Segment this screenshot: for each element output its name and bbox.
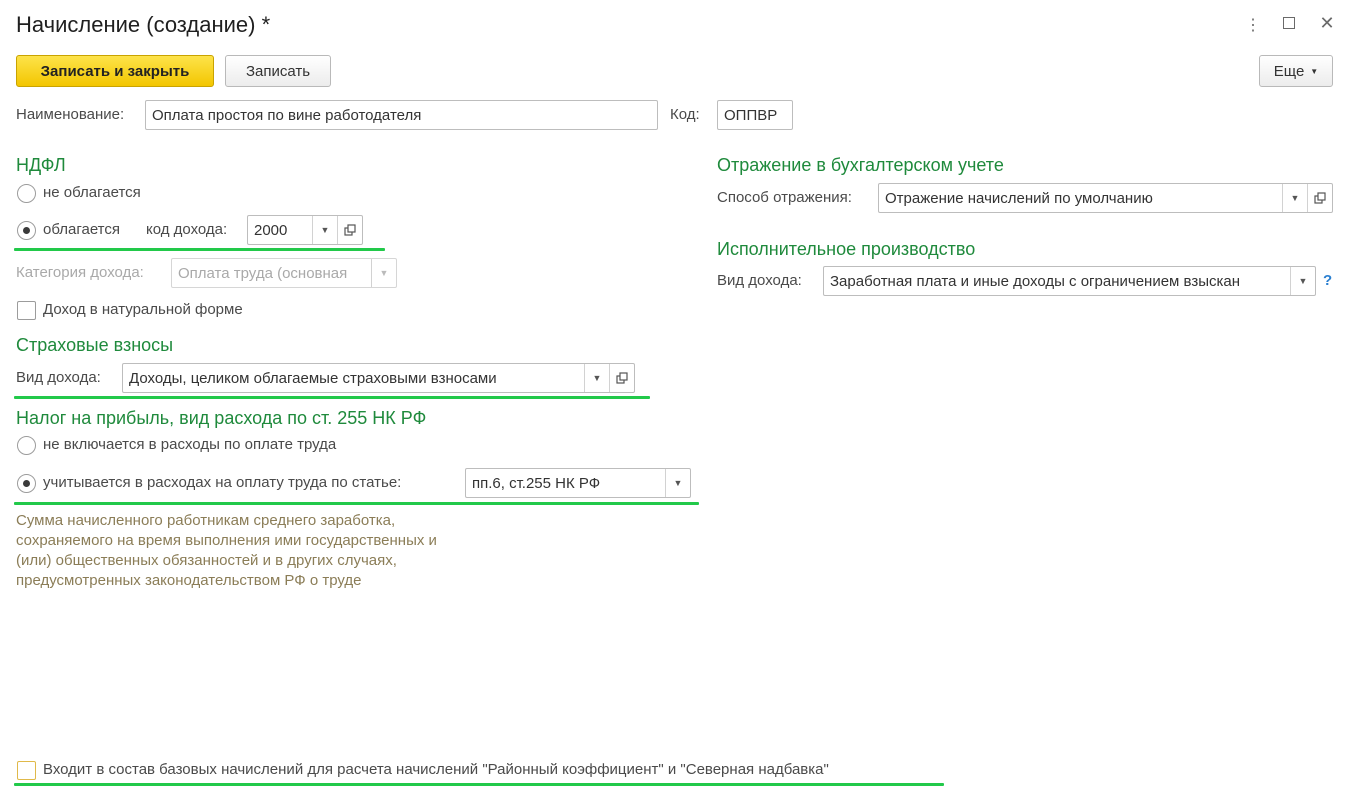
profit-excluded-label[interactable]: не включается в расходы по оплате труда bbox=[43, 436, 336, 453]
dropdown-arrow-icon: ▼ bbox=[371, 259, 396, 287]
save-and-close-label: Записать и закрыть bbox=[40, 62, 190, 80]
help-icon[interactable]: ? bbox=[1323, 272, 1332, 289]
article-note: Сумма начисленного работникам среднего з… bbox=[16, 512, 437, 589]
enforcement-section-title: Исполнительное производство bbox=[717, 239, 976, 259]
insurance-income-type-label: Вид дохода: bbox=[16, 369, 101, 386]
income-category-label: Категория дохода: bbox=[16, 264, 144, 281]
ndfl-taxed-label[interactable]: облагается bbox=[43, 221, 120, 238]
profit-tax-section-title: Налог на прибыль, вид расхода по ст. 255… bbox=[16, 408, 427, 428]
accounting-section-title: Отражение в бухгалтерском учете bbox=[717, 155, 1004, 175]
income-category-select: Оплата труда (основная ▼ bbox=[171, 258, 397, 288]
highlight-underline bbox=[14, 248, 385, 251]
name-value: Оплата простоя по вине работодателя bbox=[152, 106, 422, 124]
article-select[interactable]: пп.6, ст.255 НК РФ ▼ bbox=[465, 468, 691, 498]
insurance-section-title: Страховые взносы bbox=[16, 335, 174, 355]
income-category-value: Оплата труда (основная bbox=[178, 264, 348, 282]
name-input[interactable]: Оплата простоя по вине работодателя bbox=[145, 100, 658, 130]
profit-included-label[interactable]: учитывается в расходах на оплату труда п… bbox=[43, 474, 401, 491]
ndfl-not-taxed-radio[interactable] bbox=[17, 184, 36, 203]
code-label: Код: bbox=[670, 106, 700, 123]
profit-excluded-radio[interactable] bbox=[17, 436, 36, 455]
accounting-method-label: Способ отражения: bbox=[717, 189, 852, 206]
profit-included-radio[interactable] bbox=[17, 474, 36, 493]
base-accrual-label[interactable]: Входит в состав базовых начислений для р… bbox=[43, 761, 829, 778]
dropdown-arrow-icon[interactable]: ▼ bbox=[312, 216, 337, 244]
natural-income-checkbox[interactable] bbox=[17, 301, 36, 320]
more-actions-icon[interactable]: ⋮ bbox=[1243, 15, 1263, 35]
accounting-method-select[interactable]: Отражение начислений по умолчанию ▼ bbox=[878, 183, 1333, 213]
enforcement-income-type-select[interactable]: Заработная плата и иные доходы с огранич… bbox=[823, 266, 1316, 296]
ndfl-section-title: НДФЛ bbox=[16, 155, 66, 175]
enforcement-income-type-value: Заработная плата и иные доходы с огранич… bbox=[830, 272, 1240, 290]
save-button[interactable]: Записать bbox=[225, 55, 331, 87]
income-code-select[interactable]: 2000 ▼ bbox=[247, 215, 363, 245]
dropdown-arrow-icon[interactable]: ▼ bbox=[1290, 267, 1315, 295]
base-accrual-checkbox[interactable] bbox=[17, 761, 36, 780]
ndfl-not-taxed-label[interactable]: не облагается bbox=[43, 184, 141, 201]
natural-income-label[interactable]: Доход в натуральной форме bbox=[43, 301, 243, 318]
income-code-value: 2000 bbox=[254, 221, 288, 239]
more-button[interactable]: Еще ▼ bbox=[1259, 55, 1333, 87]
code-value: ОППВР bbox=[724, 106, 778, 124]
name-label: Наименование: bbox=[16, 106, 125, 123]
highlight-underline bbox=[14, 783, 944, 786]
open-form-icon[interactable] bbox=[1307, 184, 1332, 212]
highlight-underline bbox=[14, 502, 699, 505]
open-form-icon[interactable] bbox=[337, 216, 362, 244]
dropdown-arrow-icon[interactable]: ▼ bbox=[584, 364, 609, 392]
more-label: Еще bbox=[1273, 62, 1305, 80]
insurance-income-type-select[interactable]: Доходы, целиком облагаемые страховыми вз… bbox=[122, 363, 635, 393]
close-icon[interactable]: ✕ bbox=[1317, 13, 1337, 34]
income-code-label: код дохода: bbox=[146, 221, 228, 238]
ndfl-taxed-radio[interactable] bbox=[17, 221, 36, 240]
dropdown-arrow-icon[interactable]: ▼ bbox=[665, 469, 690, 497]
window-title: Начисление (создание) * bbox=[16, 12, 271, 37]
enforcement-income-type-label: Вид дохода: bbox=[717, 272, 802, 289]
code-input[interactable]: ОППВР bbox=[717, 100, 793, 130]
chevron-down-icon: ▼ bbox=[1310, 66, 1319, 76]
insurance-income-type-value: Доходы, целиком облагаемые страховыми вз… bbox=[129, 369, 497, 387]
save-and-close-button[interactable]: Записать и закрыть bbox=[16, 55, 214, 87]
save-label: Записать bbox=[245, 62, 311, 80]
open-form-icon[interactable] bbox=[609, 364, 634, 392]
article-value: пп.6, ст.255 НК РФ bbox=[472, 474, 601, 492]
accounting-method-value: Отражение начислений по умолчанию bbox=[885, 189, 1153, 207]
highlight-underline bbox=[14, 396, 650, 399]
dropdown-arrow-icon[interactable]: ▼ bbox=[1282, 184, 1307, 212]
maximize-icon[interactable] bbox=[1283, 17, 1295, 29]
